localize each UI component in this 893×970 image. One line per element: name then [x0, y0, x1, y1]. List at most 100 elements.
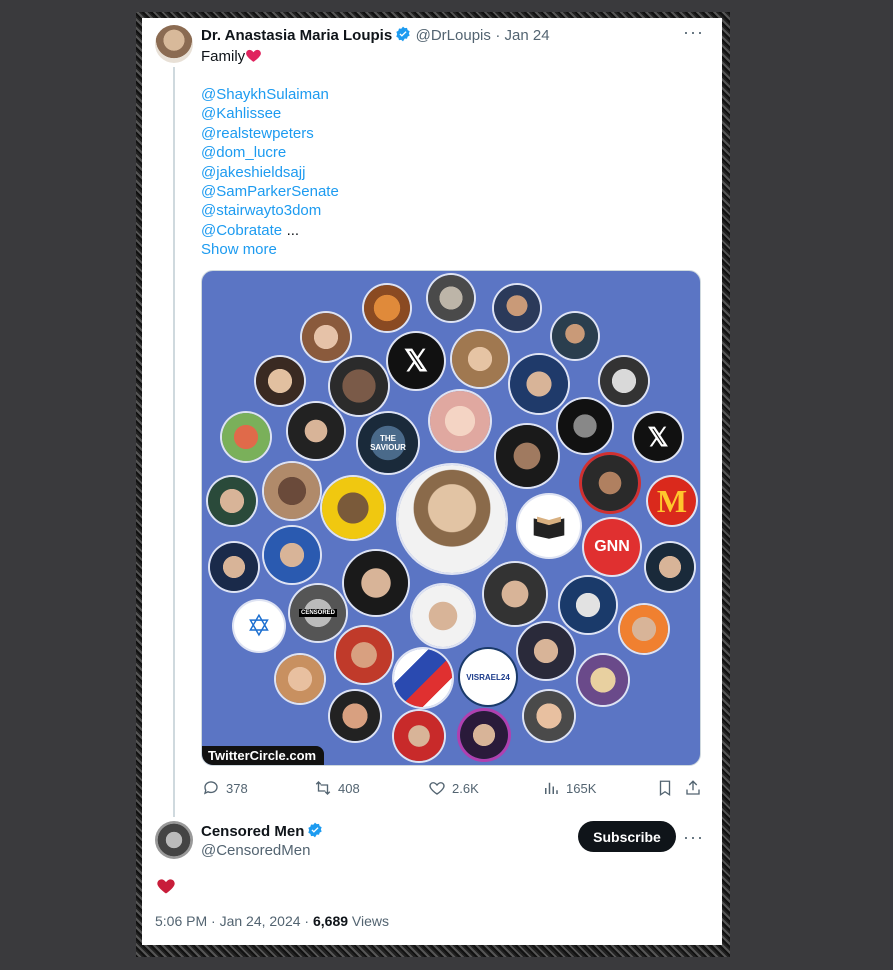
avatar-bubble	[256, 357, 304, 405]
avatar-bubble	[288, 403, 344, 459]
avatar-bubble	[336, 627, 392, 683]
mention-link[interactable]: @stairwayto3dom	[201, 201, 339, 220]
verified-icon	[396, 26, 410, 42]
heart-icon	[246, 49, 262, 62]
reply-count: 378	[226, 780, 248, 796]
mention-link[interactable]: @realstewpeters	[201, 124, 339, 143]
avatar-bubble	[494, 285, 540, 331]
avatar-bubble	[452, 331, 508, 387]
mention-link[interactable]: @Cobratate	[201, 222, 282, 239]
repost-button[interactable]: 408	[314, 779, 360, 797]
bookmark-button[interactable]	[656, 779, 674, 797]
visrael-label: VISRAEL24	[466, 672, 510, 682]
avatar-bubble	[428, 275, 474, 321]
bookmark-icon	[659, 780, 671, 797]
views-icon	[545, 782, 558, 794]
like-count: 2.6K	[452, 780, 479, 796]
ellipsis: ...	[286, 221, 300, 239]
like-icon	[429, 782, 445, 795]
visrael-logo-bubble: VISRAEL24	[460, 649, 516, 705]
repost-count: 408	[338, 780, 360, 796]
avatar-bubble	[620, 605, 668, 653]
avatar-bubble	[222, 413, 270, 461]
more-icon[interactable]: ···	[683, 827, 704, 848]
gnn-label: GNN	[594, 538, 630, 555]
censored-label: CENSORED	[298, 609, 337, 617]
avatar-bubble	[264, 527, 320, 583]
avatar-bubble	[578, 655, 628, 705]
tweet-text-body: Family	[201, 48, 246, 65]
repost-icon	[315, 781, 331, 795]
avatar-bubble	[276, 655, 324, 703]
book-logo-bubble	[518, 495, 580, 557]
avatar-bubble	[364, 285, 410, 331]
avatar-bubble	[582, 455, 638, 511]
reply-author-name[interactable]: Censored Men	[201, 823, 304, 840]
avatar-bubble	[412, 585, 474, 647]
reply-views-label: Views	[348, 913, 390, 929]
tweet-text: Family	[201, 47, 262, 65]
saviour-label: THE SAVIOUR	[370, 434, 406, 452]
avatar-bubble	[344, 551, 408, 615]
verified-icon	[308, 822, 323, 838]
reply-views-count: 6,689	[312, 913, 349, 929]
heart-icon	[157, 879, 175, 894]
thread-line	[173, 67, 175, 817]
tweet-image[interactable]: 𝕏 THE SAVIOUR 𝕏 M GNN CENSORED ✡ VISRAEL…	[201, 270, 701, 766]
avatar-bubble	[646, 543, 694, 591]
x-logo-bubble: 𝕏	[388, 333, 444, 389]
x-logo-bubble: 𝕏	[634, 413, 682, 461]
views-count: 165K	[566, 780, 597, 796]
star-of-david-bubble: ✡	[234, 601, 284, 651]
tweet-date[interactable]: · Jan 24	[495, 27, 549, 44]
reply-author-handle[interactable]: @CensoredMen	[201, 842, 310, 859]
more-icon[interactable]: ···	[683, 22, 704, 43]
avatar-bubble	[210, 543, 258, 591]
avatar-bubble	[484, 563, 546, 625]
mention-link[interactable]: @jakeshieldsajj	[201, 163, 339, 182]
avatar-bubble	[208, 477, 256, 525]
mention-link[interactable]: @dom_lucre	[201, 143, 339, 162]
featured-avatar-bubble	[398, 465, 506, 573]
avatar-bubble	[552, 313, 598, 359]
avatar-bubble	[430, 391, 490, 451]
reply-timestamp[interactable]: 5:06 PM · Jan 24, 2024 ·	[155, 913, 313, 929]
reply-avatar[interactable]	[155, 821, 193, 859]
author-name[interactable]: Dr. Anastasia Maria Loupis	[201, 27, 392, 44]
mcdonalds-logo-bubble: M	[648, 477, 696, 525]
mention-link[interactable]: @ShaykhSulaiman	[201, 85, 339, 104]
mention-link[interactable]: @SamParkerSenate	[201, 182, 339, 201]
saviour-bubble: THE SAVIOUR	[358, 413, 418, 473]
image-watermark: TwitterCircle.com	[202, 746, 325, 765]
avatar-bubble	[302, 313, 350, 361]
reply-button[interactable]: 378	[202, 779, 248, 797]
tweet-header: Dr. Anastasia Maria Loupis @DrLoupis · J…	[201, 26, 550, 45]
like-button[interactable]: 2.6K	[428, 779, 479, 797]
views-button[interactable]: 165K	[542, 779, 596, 797]
share-button[interactable]	[684, 779, 702, 797]
avatar-bubble	[518, 623, 574, 679]
avatar-bubble	[264, 463, 320, 519]
flag-logo-bubble	[394, 649, 452, 707]
avatar-bubble	[322, 477, 384, 539]
author-handle[interactable]: @DrLoupis	[416, 27, 491, 44]
avatar-bubble	[558, 399, 612, 453]
avatar-bubble	[496, 425, 558, 487]
avatar-bubble	[460, 711, 508, 759]
avatar-bubble	[394, 711, 444, 761]
censored-bubble: CENSORED	[290, 585, 346, 641]
reply-meta: 5:06 PM · Jan 24, 2024 · 6,689 Views	[155, 913, 389, 929]
avatar-bubble	[600, 357, 648, 405]
avatar-bubble	[330, 691, 380, 741]
mention-link[interactable]: @Kahlissee	[201, 104, 339, 123]
avatar-bubble	[524, 691, 574, 741]
gnn-logo-bubble: GNN	[584, 519, 640, 575]
reply-icon	[203, 781, 218, 795]
avatar-bubble	[510, 355, 568, 413]
reply-header: Censored Men	[201, 822, 323, 841]
author-avatar[interactable]	[155, 25, 193, 63]
show-more-link[interactable]: Show more	[201, 240, 339, 259]
avatar-bubble	[330, 357, 388, 415]
subscribe-button[interactable]: Subscribe	[578, 821, 676, 852]
mentions-list: @ShaykhSulaiman @Kahlissee @realstewpete…	[201, 85, 339, 260]
